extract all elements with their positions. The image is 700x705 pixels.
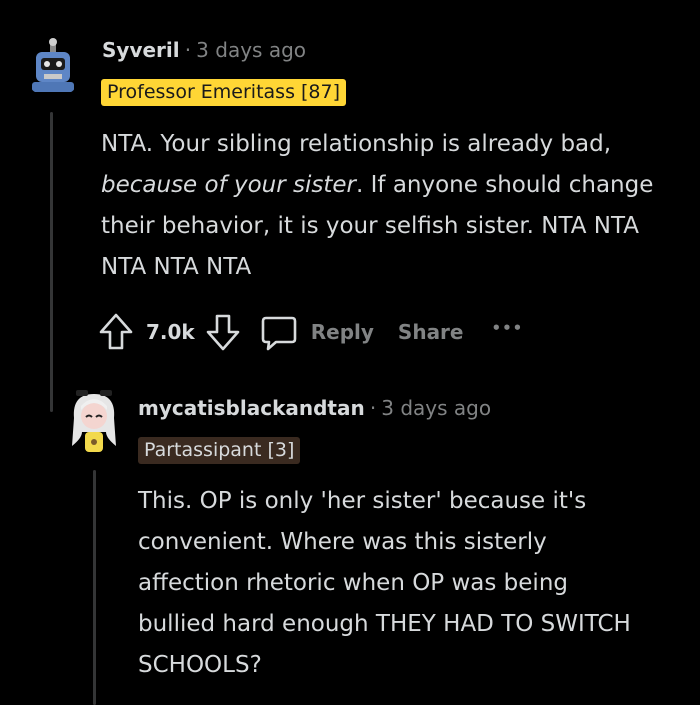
robot-avatar-icon (28, 38, 78, 92)
thread-line-2[interactable] (93, 470, 96, 705)
timestamp[interactable]: 3 days ago (381, 396, 491, 420)
girl-avatar-icon (72, 390, 116, 452)
avatar-mycatisblackandtan[interactable] (66, 388, 122, 458)
username[interactable]: mycatisblackandtan (138, 396, 365, 420)
comment-1-actions: 7.0k Reply Share ••• (98, 312, 523, 352)
comment-2-body: This. OP is only 'her sister' because it… (138, 481, 638, 686)
vote-count: 7.0k (146, 320, 195, 344)
comment-2-meta: mycatisblackandtan · 3 days ago (138, 396, 491, 420)
username[interactable]: Syveril (102, 38, 180, 62)
body-text-emphasis: because of your sister (101, 172, 356, 198)
downvote-arrow-icon[interactable] (205, 312, 241, 352)
upvote-arrow-icon[interactable] (98, 312, 134, 352)
comment-1-body: NTA. Your sibling relationship is alread… (101, 124, 691, 288)
separator-dot: · (184, 38, 192, 62)
reply-button[interactable]: Reply (311, 320, 374, 344)
body-text: NTA. Your sibling relationship is alread… (101, 131, 612, 157)
separator-dot: · (369, 396, 377, 420)
user-flair: Professor Emeritass [87] (101, 79, 347, 106)
comment-1-meta: Syveril · 3 days ago (102, 38, 306, 62)
avatar-syveril[interactable] (22, 36, 84, 98)
thread-line-1[interactable] (50, 112, 53, 412)
comment-bubble-icon[interactable] (259, 312, 299, 352)
more-options-icon[interactable]: ••• (492, 319, 524, 337)
share-button[interactable]: Share (398, 320, 464, 344)
timestamp[interactable]: 3 days ago (196, 38, 306, 62)
user-flair: Partassipant [3] (138, 437, 301, 464)
body-text: This. OP is only 'her sister' because it… (138, 488, 631, 678)
